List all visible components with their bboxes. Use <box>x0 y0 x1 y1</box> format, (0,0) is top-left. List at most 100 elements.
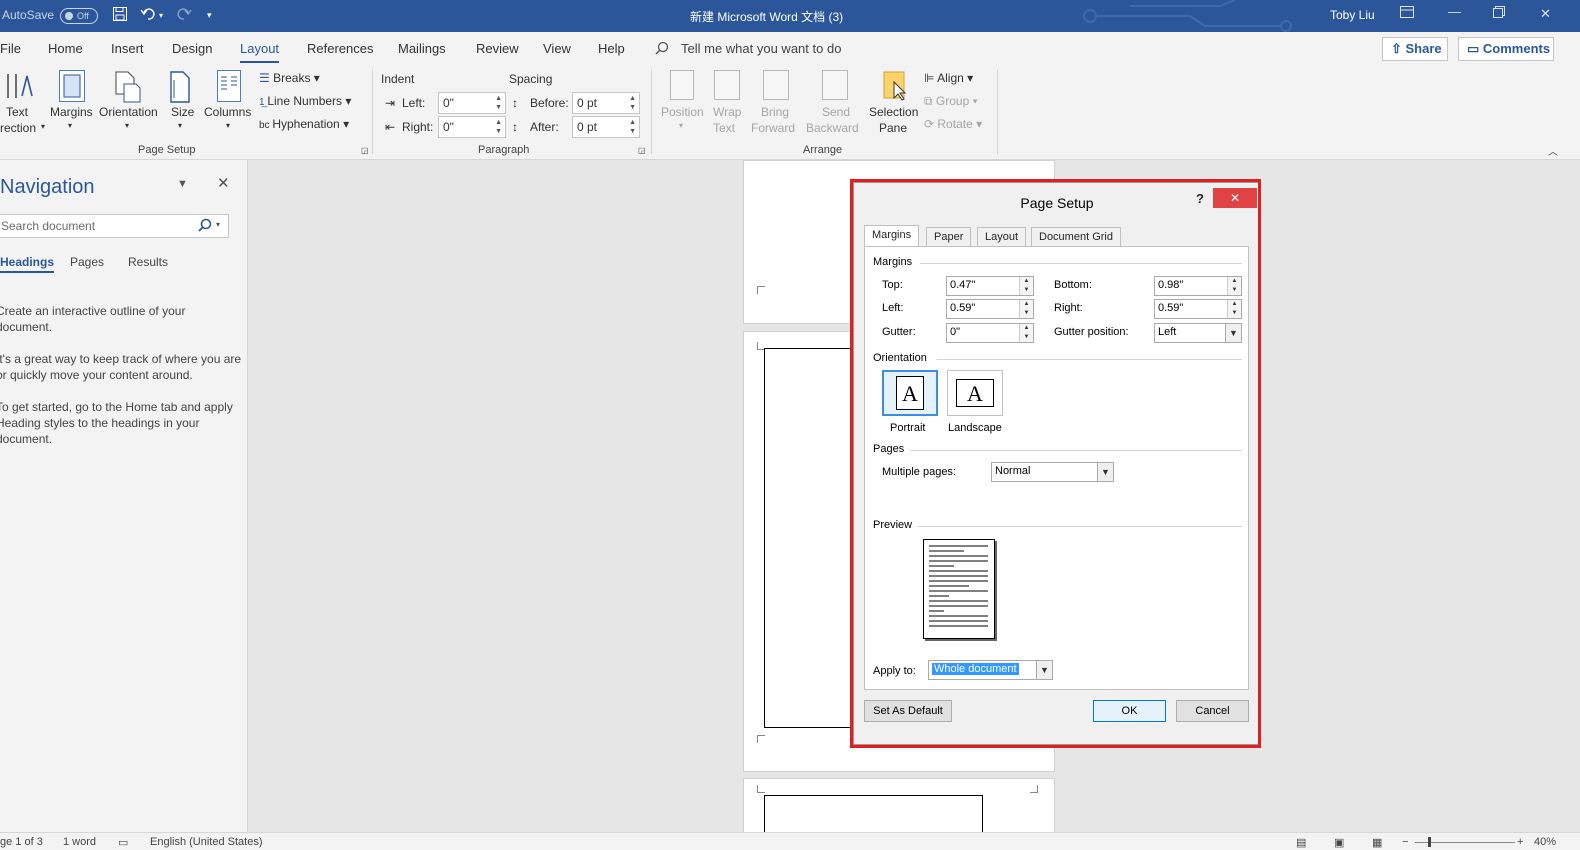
share-button[interactable]: ⇧ Share <box>1382 37 1448 61</box>
margins-label[interactable]: Margins <box>50 105 93 119</box>
tab-mailings[interactable]: Mailings <box>398 41 446 56</box>
help-line: document. <box>0 320 53 334</box>
word-count[interactable]: 1 word <box>63 836 96 848</box>
selection-pane-icon[interactable] <box>880 70 908 102</box>
wrap-text-label-2[interactable]: Text <box>713 121 735 135</box>
indent-right-input[interactable]: 0" ▲ ▼ <box>438 116 506 138</box>
margins-icon[interactable] <box>59 70 85 102</box>
search-icon[interactable] <box>198 218 212 235</box>
align-button[interactable]: ⊫ Align ▾ <box>924 71 973 85</box>
undo-icon[interactable] <box>140 6 158 26</box>
line-numbers-button[interactable]: 1̲ Line Numbers ▾ <box>259 94 351 108</box>
save-icon[interactable] <box>112 6 128 26</box>
web-layout-icon[interactable]: ▦ <box>1372 836 1382 849</box>
group-button[interactable]: ⧉ Group ▾ <box>924 94 978 109</box>
restore-icon[interactable] <box>1493 6 1505 21</box>
pane-options-icon[interactable]: ▼ <box>177 178 188 190</box>
bring-forward-label-1[interactable]: Bring <box>761 105 789 119</box>
spacing-after-input[interactable]: 0 pt ▲ ▼ <box>572 116 640 138</box>
wrap-text-label-1[interactable]: Wrap <box>713 105 741 119</box>
tab-file[interactable]: File <box>0 41 21 56</box>
chevron-down-icon[interactable]: ▾ <box>216 220 220 229</box>
chevron-down-icon[interactable]: ▾ <box>68 121 72 130</box>
send-backward-label-2[interactable]: Backward <box>806 121 859 135</box>
minimize-icon[interactable]: — <box>1448 4 1461 19</box>
breaks-button[interactable]: ☰ Breaks ▾ <box>259 71 320 85</box>
spinner-arrows-icon[interactable]: ▲ ▼ <box>629 118 636 136</box>
language[interactable]: English (United States) <box>150 836 263 848</box>
chevron-down-icon[interactable]: ▾ <box>41 122 45 131</box>
tab-layout[interactable]: Layout <box>240 41 280 63</box>
spinner-arrows-icon[interactable]: ▲ ▼ <box>629 94 636 112</box>
indent-right-icon: ⇤ <box>385 120 396 134</box>
columns-label[interactable]: Columns <box>204 105 251 119</box>
undo-dropdown-icon[interactable]: ▾ <box>159 11 163 20</box>
proofing-icon[interactable]: ▭ <box>118 836 128 849</box>
bring-forward-icon[interactable] <box>763 70 789 100</box>
send-backward-icon[interactable] <box>822 70 848 100</box>
chevron-down-icon[interactable]: ▾ <box>178 121 182 130</box>
collapse-ribbon-icon[interactable]: ︿ <box>1548 143 1558 158</box>
tab-home[interactable]: Home <box>48 41 83 56</box>
zoom-out-icon[interactable]: − <box>1402 836 1408 848</box>
tab-review[interactable]: Review <box>476 41 519 56</box>
position-icon[interactable] <box>670 70 694 100</box>
user-name[interactable]: Toby Liu <box>1330 8 1375 22</box>
customize-icon[interactable]: ▾ <box>207 10 212 21</box>
spacing-after-value: 0 pt <box>577 120 598 134</box>
page-corner-mark <box>757 735 765 743</box>
text-direction-label-1[interactable]: Text <box>6 105 28 119</box>
page-count[interactable]: ge 1 of 3 <box>0 836 43 848</box>
size-label[interactable]: Size <box>171 105 194 119</box>
chevron-down-icon[interactable]: ▾ <box>125 121 129 130</box>
autosave-toggle[interactable]: Off <box>60 8 98 24</box>
selection-pane-label-2[interactable]: Pane <box>879 121 907 135</box>
tell-me-search[interactable]: Tell me what you want to do <box>681 41 841 56</box>
orientation-label[interactable]: Orientation <box>99 105 158 119</box>
chevron-down-icon[interactable]: ▾ <box>679 121 683 130</box>
hyphenation-button[interactable]: bc Hyphenation ▾ <box>259 117 349 131</box>
tab-design[interactable]: Design <box>172 41 212 56</box>
nav-tab-headings[interactable]: Headings <box>0 255 55 273</box>
indent-right-label: Right: <box>402 120 434 134</box>
chevron-down-icon[interactable]: ▾ <box>226 121 230 130</box>
comments-button[interactable]: ▭ Comments <box>1458 37 1554 61</box>
lightbulb-search-icon[interactable] <box>655 41 669 58</box>
wrap-text-icon[interactable] <box>714 70 740 100</box>
tab-insert[interactable]: Insert <box>111 41 144 56</box>
read-mode-icon[interactable]: ▤ <box>1296 836 1306 849</box>
rotate-button[interactable]: ⟳ Rotate ▾ <box>924 117 982 131</box>
bring-forward-label-2[interactable]: Forward <box>751 121 795 135</box>
navigation-help-text: Create an interactive outline of your do… <box>0 303 246 447</box>
ribbon-display-icon[interactable] <box>1400 6 1414 21</box>
indent-left-input[interactable]: 0" ▲ ▼ <box>438 92 506 114</box>
text-direction-icon[interactable] <box>4 70 34 102</box>
zoom-in-icon[interactable]: + <box>1517 836 1523 848</box>
dialog-launcher-icon[interactable]: ◲ <box>638 146 646 155</box>
group-label: Group <box>935 94 970 108</box>
dialog-launcher-icon[interactable]: ◲ <box>361 146 369 155</box>
spinner-arrows-icon[interactable]: ▲ ▼ <box>495 118 502 136</box>
tab-view[interactable]: View <box>543 41 571 56</box>
tab-help[interactable]: Help <box>598 41 625 56</box>
columns-icon[interactable] <box>217 70 241 102</box>
redo-icon[interactable] <box>174 6 192 26</box>
selection-pane-label-1[interactable]: Selection <box>869 105 918 119</box>
spacing-before-input[interactable]: 0 pt ▲ ▼ <box>572 92 640 114</box>
nav-tab-results[interactable]: Results <box>128 255 168 269</box>
close-icon[interactable]: ✕ <box>1540 6 1551 22</box>
zoom-slider-handle[interactable] <box>1428 837 1431 847</box>
nav-tab-pages[interactable]: Pages <box>70 255 104 269</box>
spinner-arrows-icon[interactable]: ▲ ▼ <box>495 94 502 112</box>
document-page-3[interactable] <box>743 778 1055 845</box>
text-direction-label-2[interactable]: rection <box>0 121 36 135</box>
tab-references[interactable]: References <box>307 41 373 56</box>
zoom-level[interactable]: 40% <box>1534 836 1556 848</box>
position-label[interactable]: Position <box>661 105 704 119</box>
search-document-input[interactable]: Search document ▾ <box>0 214 229 238</box>
close-pane-icon[interactable]: ✕ <box>217 174 230 192</box>
send-backward-label-1[interactable]: Send <box>822 105 850 119</box>
orientation-icon[interactable] <box>112 70 142 104</box>
size-icon[interactable] <box>168 70 192 104</box>
print-layout-icon[interactable]: ▣ <box>1334 836 1344 849</box>
